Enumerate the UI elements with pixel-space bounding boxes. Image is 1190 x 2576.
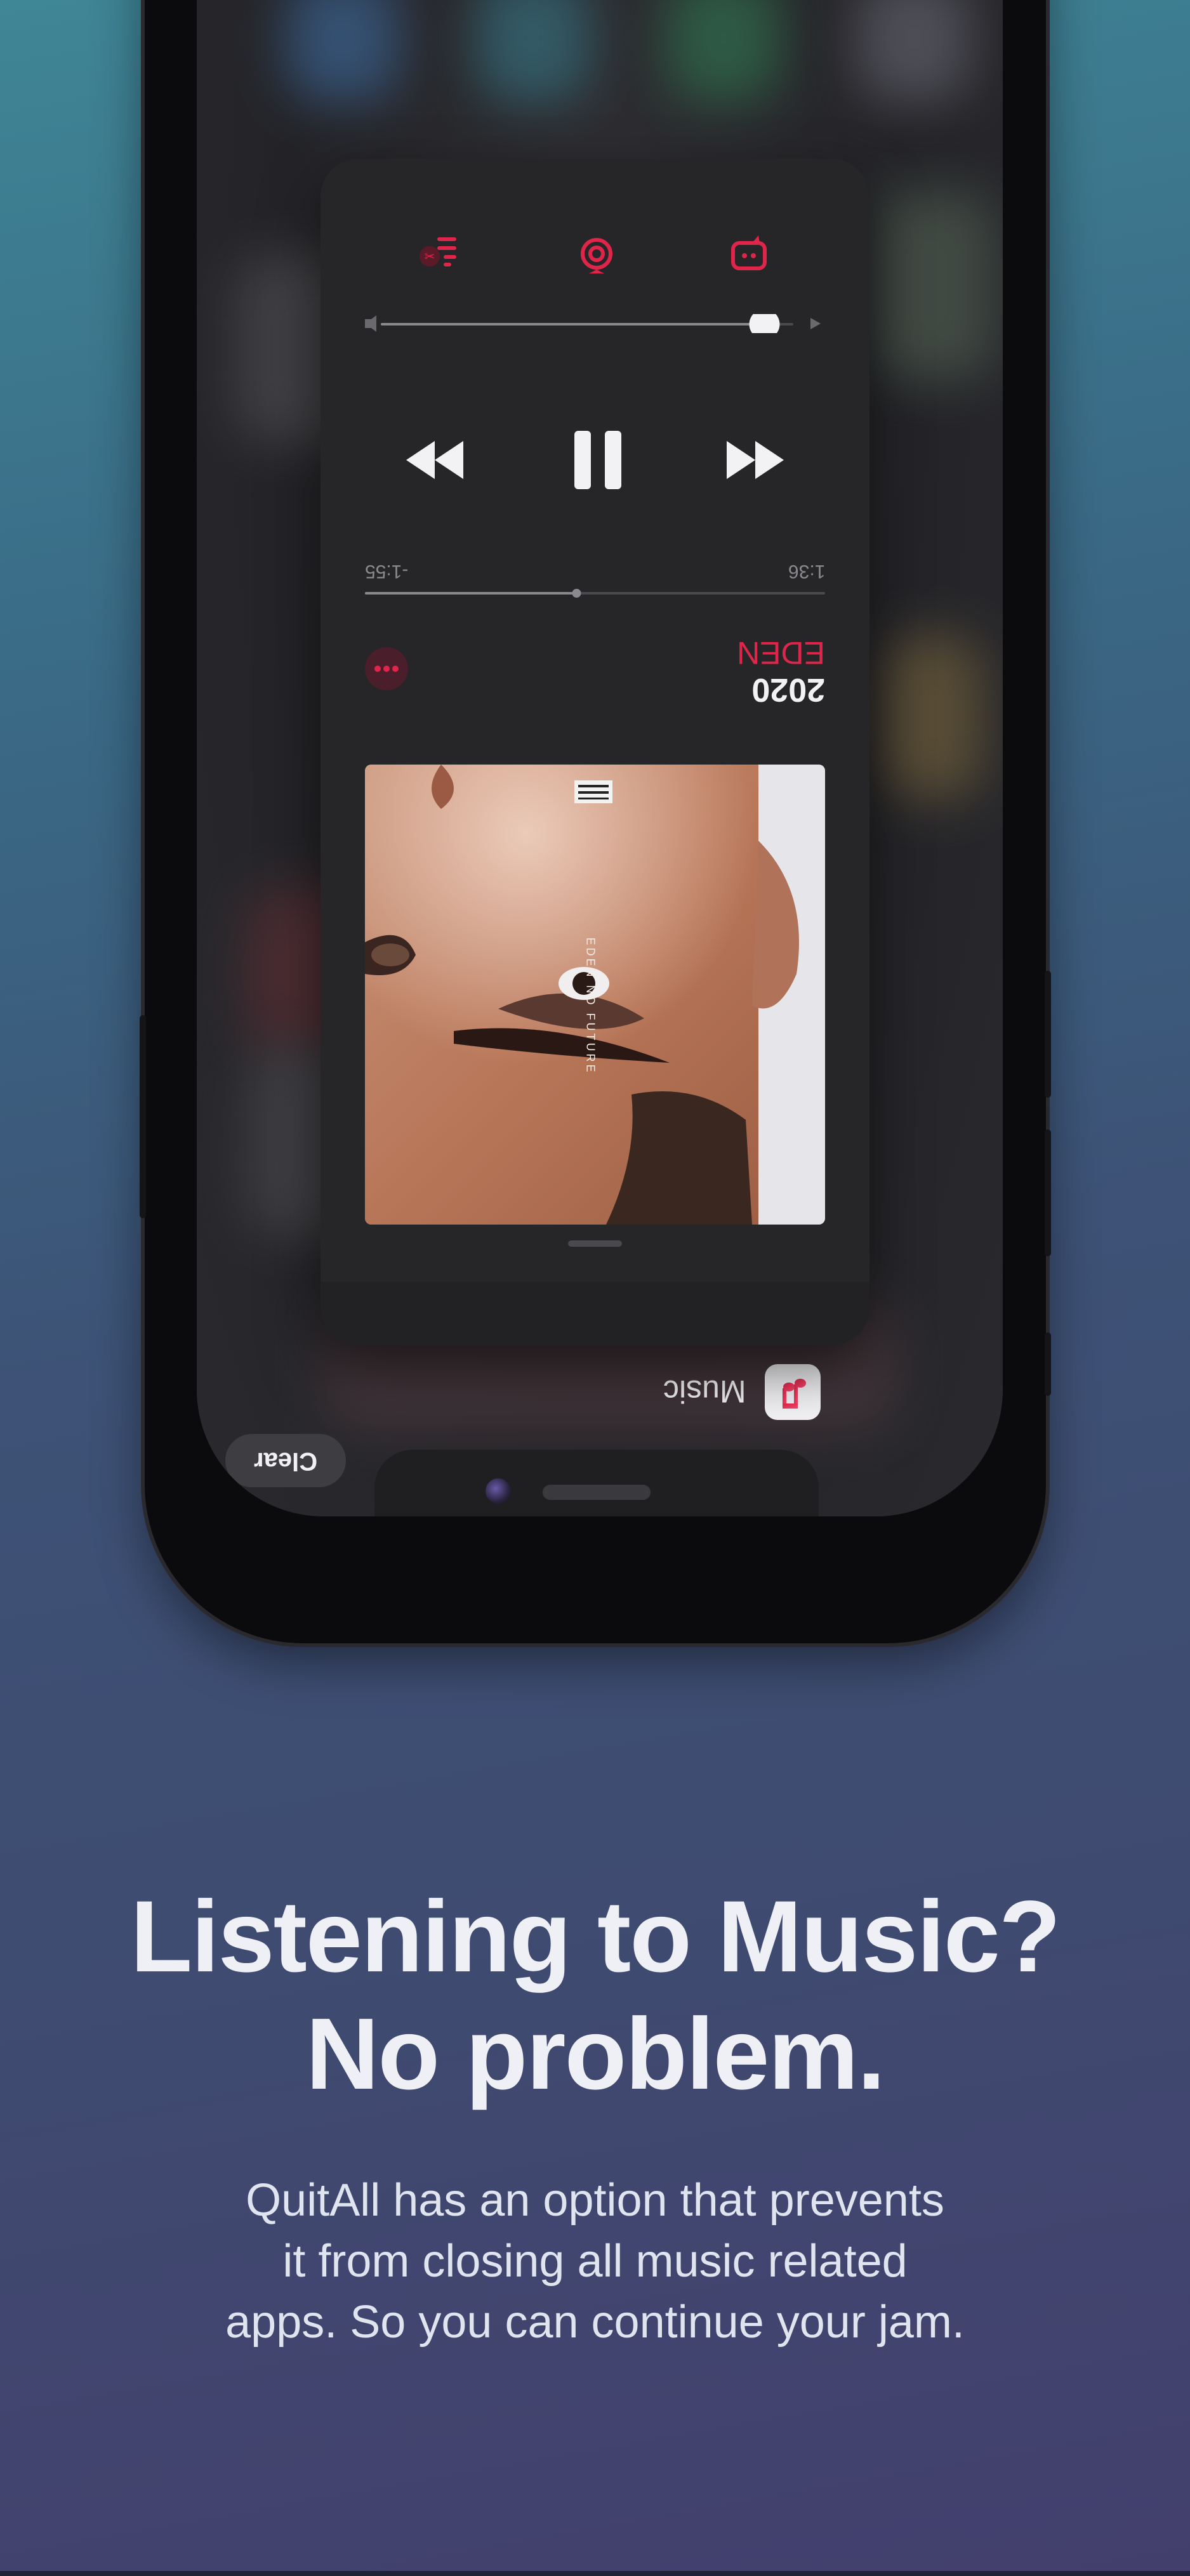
lyrics-icon[interactable] bbox=[727, 232, 771, 276]
body-line-3: apps. So you can continue your jam. bbox=[225, 2297, 965, 2348]
music-note-icon bbox=[783, 1379, 806, 1409]
camera-icon bbox=[486, 1478, 511, 1504]
card-lower-layer bbox=[321, 1282, 869, 1345]
pause-icon bbox=[574, 431, 621, 489]
progress-knob bbox=[572, 589, 581, 598]
headline-line-2: No problem. bbox=[305, 1997, 885, 2110]
body-line-1: QuitAll has an option that prevents bbox=[246, 2175, 944, 2226]
headline-line-1: Listening to Music? bbox=[130, 1879, 1061, 1993]
speaker-high-icon bbox=[810, 318, 821, 329]
volume-slider[interactable] bbox=[365, 309, 825, 339]
clear-button[interactable]: Clear bbox=[225, 1434, 346, 1487]
track-info: 2020 EDEN bbox=[635, 634, 825, 711]
track-artist: EDEN bbox=[737, 635, 825, 671]
album-cover-text: EDEN NO FUTURE bbox=[584, 936, 597, 1075]
time-remaining: -1:55 bbox=[365, 561, 409, 582]
music-app-label-wrap: Music bbox=[660, 1370, 749, 1412]
clear-label: Clear bbox=[253, 1447, 318, 1475]
rewind-icon bbox=[406, 441, 463, 479]
more-button[interactable] bbox=[365, 647, 408, 690]
queue-icon[interactable]: ✂ bbox=[416, 228, 466, 279]
music-app-label: Music bbox=[663, 1374, 746, 1409]
svg-text:✂: ✂ bbox=[425, 249, 435, 264]
speaker-low-icon bbox=[365, 315, 376, 332]
volume-knob bbox=[749, 309, 780, 339]
airplay-icon[interactable] bbox=[574, 232, 619, 276]
time-remaining-wrap: -1:55 bbox=[365, 558, 408, 584]
progress-scrubber-svg bbox=[365, 589, 825, 598]
pause-button[interactable] bbox=[569, 428, 626, 492]
side-button-left bbox=[140, 1015, 146, 1218]
more-icon bbox=[374, 666, 399, 672]
blurred-app-blue bbox=[286, 0, 400, 102]
forward-button[interactable] bbox=[720, 435, 790, 485]
bottom-edge bbox=[0, 2571, 1190, 2576]
blurred-app-grey bbox=[857, 0, 971, 102]
music-app-icon[interactable] bbox=[765, 1364, 821, 1420]
progress-scrubber[interactable] bbox=[365, 584, 825, 603]
time-elapsed-wrap: 1:36 bbox=[788, 558, 825, 584]
side-button-right-2 bbox=[1045, 1129, 1051, 1256]
volume-slider-svg bbox=[365, 309, 821, 339]
album-art: EDEN NO FUTURE bbox=[365, 765, 825, 1225]
blurred-app-green bbox=[666, 0, 781, 102]
body-line-2: it from closing all music related bbox=[282, 2236, 908, 2287]
speaker-grille bbox=[543, 1485, 651, 1500]
forward-icon bbox=[727, 441, 784, 479]
notch-area bbox=[374, 1450, 819, 1516]
side-button-right-3 bbox=[1045, 1332, 1051, 1396]
card-grabber[interactable] bbox=[568, 1240, 622, 1247]
side-button-right-1 bbox=[1045, 971, 1051, 1098]
blurred-widget-orange bbox=[882, 634, 984, 799]
music-player-card[interactable]: ✂ -1:55 1:36 2020 EDEN EDEN NO FUTURE bbox=[321, 159, 869, 1345]
blurred-widget-right bbox=[869, 190, 996, 381]
rewind-button[interactable] bbox=[400, 435, 470, 485]
track-year: 2020 bbox=[751, 671, 825, 708]
time-elapsed: 1:36 bbox=[788, 561, 825, 582]
blurred-app-teal bbox=[476, 0, 590, 102]
album-cover-text-wrap: EDEN NO FUTURE bbox=[578, 937, 603, 1074]
